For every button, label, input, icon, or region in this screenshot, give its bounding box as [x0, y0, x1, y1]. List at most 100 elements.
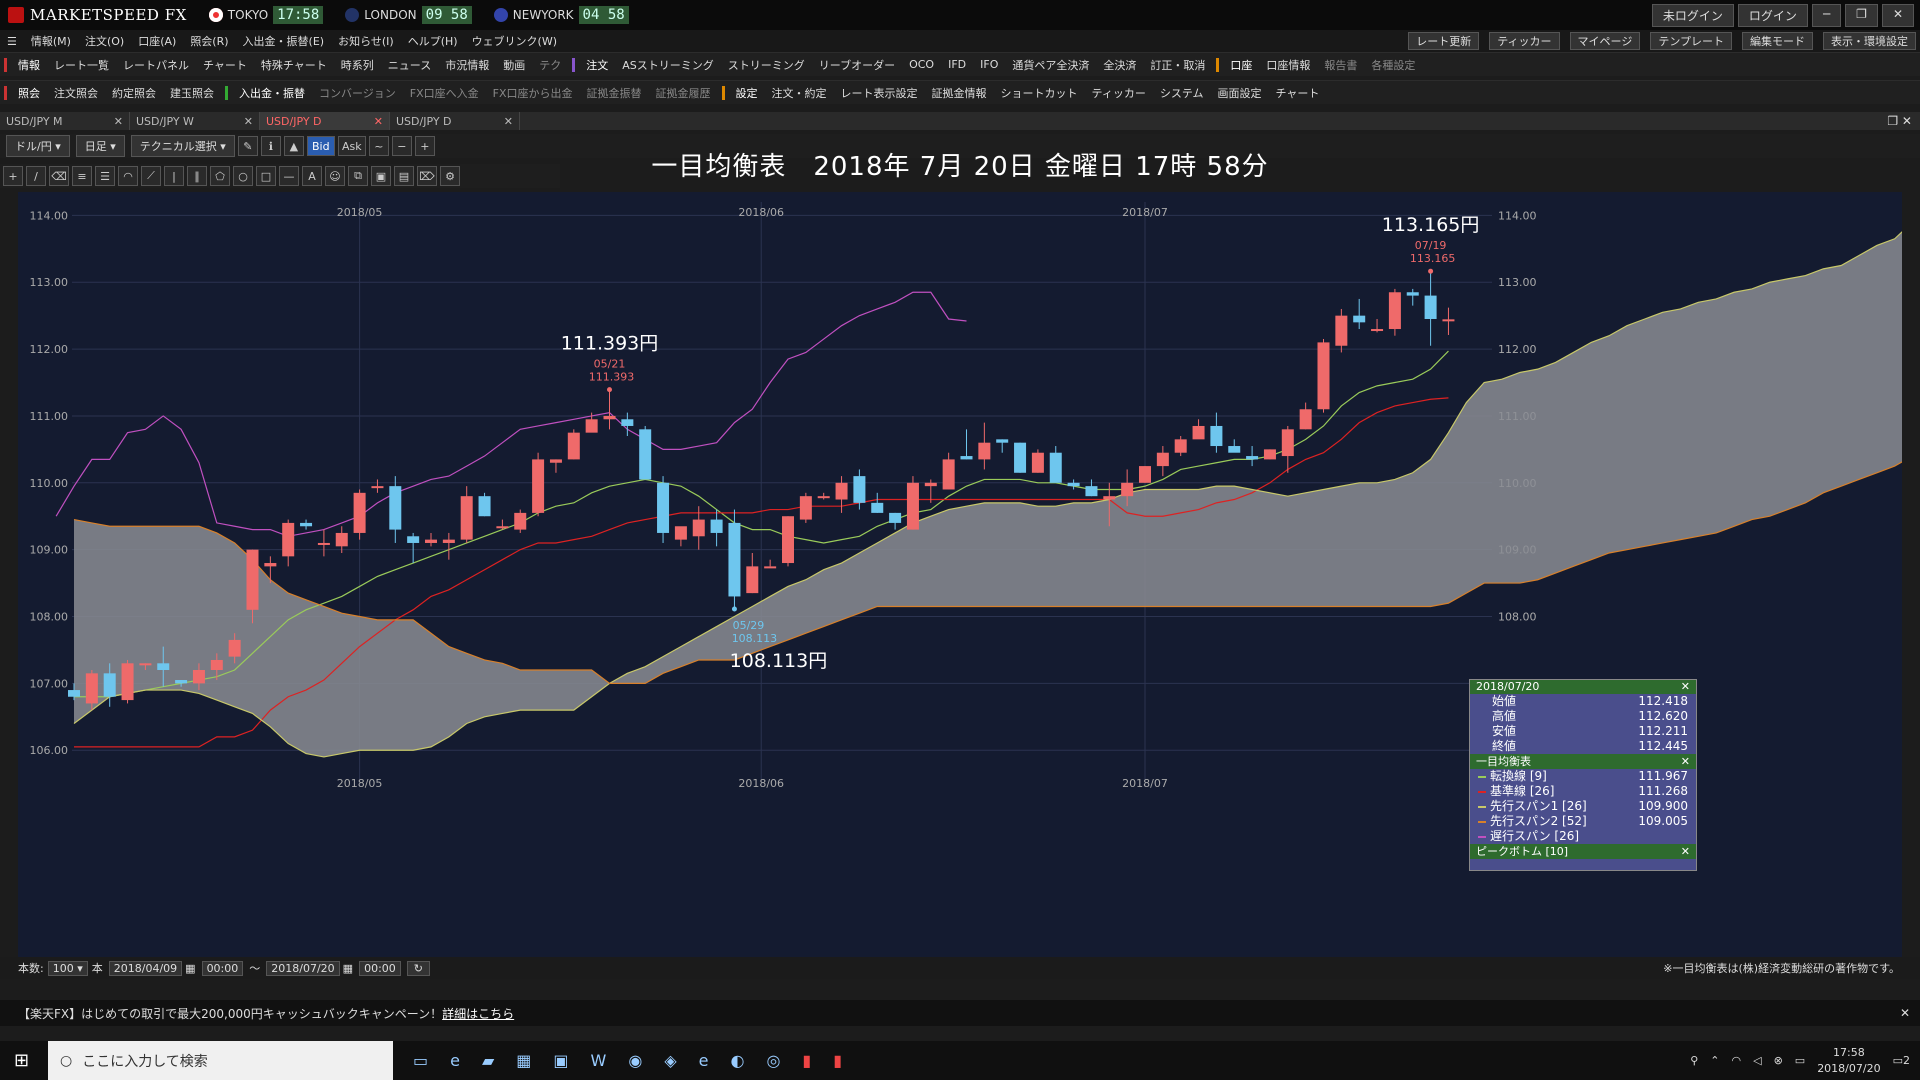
toolbar-item[interactable]: 時系列	[334, 57, 381, 73]
paste-icon[interactable]: ▣	[371, 166, 391, 186]
to-time-input[interactable]: 00:00	[359, 960, 401, 976]
settings-icon[interactable]: ⚙	[440, 166, 460, 186]
tab-usdjpy-w[interactable]: USD/JPY W ✕	[130, 112, 260, 130]
toolbar-item[interactable]: 通貨ペア全決済	[1005, 57, 1096, 73]
toolbar-item[interactable]: 注文・約定	[765, 85, 834, 101]
toolbar-item[interactable]: 訂正・取消	[1143, 57, 1212, 73]
toolbar-item[interactable]: 画面設定	[1211, 85, 1269, 101]
close-icon[interactable]: ✕	[244, 115, 253, 128]
toolbar-item[interactable]: テク	[532, 57, 568, 73]
maximize-icon[interactable]: ❐	[1845, 3, 1878, 27]
hline-icon[interactable]: ≡	[72, 166, 92, 186]
window-restore-icon[interactable]: ❐ ✕	[1887, 114, 1912, 128]
task-view-icon[interactable]: ▭	[413, 1051, 428, 1070]
refresh-icon[interactable]: ↻	[406, 960, 430, 976]
close-icon[interactable]: ✕	[1881, 3, 1914, 27]
menu-item[interactable]: お知らせ(I)	[331, 33, 401, 49]
toolbar-item[interactable]: チャート	[196, 57, 254, 73]
word-icon[interactable]: W	[591, 1051, 607, 1070]
marketspeed-icon[interactable]: ▮	[802, 1051, 811, 1070]
folder-icon[interactable]: ▰	[482, 1051, 494, 1070]
volume-icon[interactable]: ◁	[1753, 1054, 1761, 1067]
calculator-icon[interactable]: ▦	[516, 1051, 531, 1070]
window-icon[interactable]: ▣	[553, 1051, 568, 1070]
toolbar-item[interactable]: 各種設定	[1364, 57, 1422, 73]
rectangle-icon[interactable]: □	[256, 166, 276, 186]
app-icon[interactable]: ◐	[730, 1051, 744, 1070]
menu-item[interactable]: 情報(M)	[24, 33, 78, 49]
circle-icon[interactable]: ○	[233, 166, 253, 186]
toolbar-item[interactable]: ティッカー	[1085, 85, 1153, 101]
fibonacci-icon[interactable]: ☰	[95, 166, 115, 186]
eraser-icon[interactable]: ⌫	[49, 166, 69, 186]
toolbar-item[interactable]: レートパネル	[116, 57, 196, 73]
trendline-icon[interactable]: /	[26, 166, 46, 186]
mypage-button[interactable]: マイページ	[1569, 32, 1641, 50]
menu-item[interactable]: ヘルプ(H)	[401, 33, 465, 49]
ime-icon[interactable]: ⊗	[1774, 1054, 1783, 1067]
toolbar-item[interactable]: IFO	[973, 58, 1005, 71]
tab-usdjpy-d-active[interactable]: USD/JPY D ✕	[260, 112, 390, 130]
arc-icon[interactable]: ◠	[118, 166, 138, 186]
keyboard-icon[interactable]: ▭	[1795, 1054, 1805, 1067]
notification-icon[interactable]: ▭2	[1893, 1054, 1910, 1067]
ichimoku-chart[interactable]: 114.00 114.00 113.00 113.00 112.00 112.00 111.…	[18, 192, 1902, 957]
app-icon[interactable]: ◈	[664, 1051, 676, 1070]
toolbar-item[interactable]: レート表示設定	[834, 85, 925, 101]
campaign-link[interactable]: 詳細はこちら	[442, 1005, 514, 1022]
close-icon[interactable]: ✕	[1681, 754, 1690, 769]
toolbar-item[interactable]: FX口座へ入金	[403, 85, 486, 101]
copy-icon[interactable]: ⧉	[348, 166, 368, 186]
group-label-info[interactable]: 情報	[11, 57, 47, 73]
toolbar-item[interactable]: ASストリーミング	[615, 57, 721, 73]
menu-item[interactable]: 照会(R)	[183, 33, 235, 49]
close-icon[interactable]: ✕	[374, 115, 383, 128]
toolbar-item[interactable]: ショートカット	[994, 85, 1085, 101]
toolbar-item[interactable]: ニュース	[381, 57, 438, 73]
toolbar-item[interactable]: 証拠金振替	[580, 85, 649, 101]
toolbar-item[interactable]: 動画	[496, 57, 532, 73]
toolbar-item[interactable]: 注文照会	[47, 85, 105, 101]
group-label-deposit[interactable]: 入出金・振替	[232, 85, 312, 101]
toolbar-item[interactable]: コンバージョン	[312, 85, 403, 101]
channel-icon[interactable]: ∥	[187, 166, 207, 186]
marketspeed-fx-icon[interactable]: ▮	[833, 1051, 842, 1070]
edit-mode-button[interactable]: 編集モード	[1742, 32, 1813, 50]
toolbar-item[interactable]: 約定照会	[105, 85, 163, 101]
toolbar-item[interactable]: 報告書	[1317, 57, 1364, 73]
template-button[interactable]: テンプレート	[1650, 32, 1732, 50]
group-label-inquiry[interactable]: 照会	[11, 85, 47, 101]
taskbar-search-input[interactable]: ○ ここに入力して検索	[48, 1041, 393, 1080]
count-select[interactable]: 100 ▾	[47, 960, 88, 976]
toolbar-item[interactable]: システム	[1153, 85, 1211, 101]
display-settings-button[interactable]: 表示・環境設定	[1823, 32, 1916, 50]
group-label-order[interactable]: 注文	[579, 57, 615, 73]
toolbar-item[interactable]: FX口座から出金	[486, 85, 580, 101]
from-date-input[interactable]: 2018/04/09	[108, 960, 183, 976]
group-label-account[interactable]: 口座	[1223, 57, 1259, 73]
to-date-input[interactable]: 2018/07/20	[266, 960, 340, 976]
polygon-icon[interactable]: ⬠	[210, 166, 230, 186]
chrome-icon[interactable]: ◉	[628, 1051, 642, 1070]
crosshair-icon[interactable]: +	[3, 166, 23, 186]
icon-tool-icon[interactable]: ☺	[325, 166, 345, 186]
windows-start-icon[interactable]: ⊞	[14, 1050, 29, 1071]
toolbar-item[interactable]: 市況情報	[438, 57, 496, 73]
chevron-up-icon[interactable]: ⌃	[1710, 1054, 1719, 1067]
login-button[interactable]: ログイン	[1737, 3, 1808, 27]
delete-icon[interactable]: ▤	[394, 166, 414, 186]
minimize-icon[interactable]: ─	[1811, 3, 1842, 27]
tab-usdjpy-d[interactable]: USD/JPY D ✕	[390, 112, 520, 130]
close-icon[interactable]: ✕	[1681, 844, 1690, 859]
taskbar-clock[interactable]: 17:58 2018/07/20	[1817, 1045, 1880, 1077]
toolbar-item[interactable]: IFD	[941, 58, 973, 71]
delete-all-icon[interactable]: ⌦	[417, 166, 437, 186]
menu-item[interactable]: 入出金・振替(E)	[236, 33, 332, 49]
close-icon[interactable]: ✕	[504, 115, 513, 128]
calendar-icon[interactable]: ▦	[185, 962, 195, 975]
from-time-input[interactable]: 00:00	[201, 960, 244, 976]
menu-item[interactable]: 口座(A)	[131, 33, 183, 49]
edge-icon[interactable]: e	[450, 1051, 460, 1070]
rate-update-button[interactable]: レート更新	[1408, 32, 1480, 50]
menu-item[interactable]: 注文(O)	[78, 33, 131, 49]
